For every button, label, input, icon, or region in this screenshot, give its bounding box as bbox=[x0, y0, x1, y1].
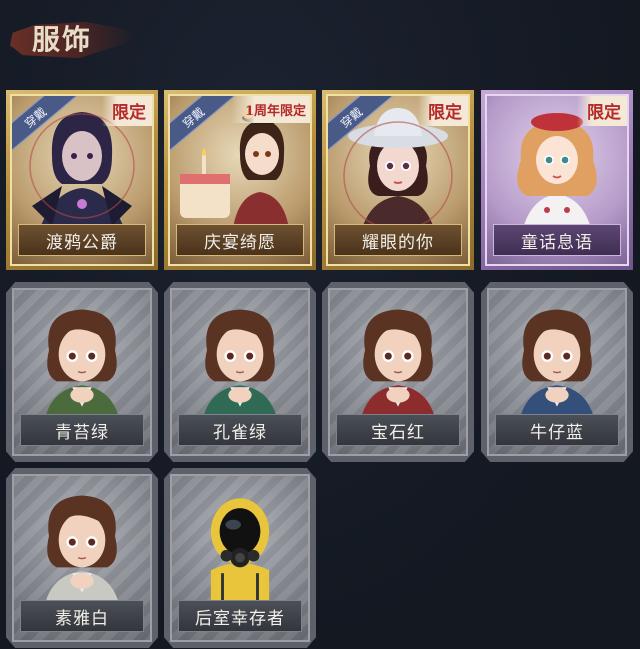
costume-card-art: 穿戴 限定 耀眼的你 bbox=[326, 94, 470, 266]
costume-card-art: 牛仔蓝 bbox=[487, 288, 627, 456]
costume-page: 服饰 穿戴 限定 渡鸦公爵 穿戴 1周年限定 庆宴绮愿 穿戴 限定 耀眼的你 限… bbox=[0, 0, 640, 649]
girl-ruby-cardigan bbox=[359, 309, 437, 428]
limited-tag: 限定 bbox=[102, 96, 152, 126]
costume-card[interactable]: 孔雀绿 bbox=[164, 282, 316, 462]
girl-green-cardigan bbox=[43, 309, 121, 428]
costume-card-art: 孔雀绿 bbox=[170, 288, 310, 456]
limited-tag: 限定 bbox=[418, 96, 468, 126]
costume-name-label: 牛仔蓝 bbox=[495, 414, 619, 446]
costume-card-art: 素雅白 bbox=[12, 474, 152, 642]
costume-card[interactable]: 宝石红 bbox=[322, 282, 474, 462]
costume-card[interactable]: 穿戴 限定 耀眼的你 bbox=[322, 90, 474, 270]
girl-white-cardigan bbox=[43, 495, 121, 614]
costume-name-label: 素雅白 bbox=[20, 600, 144, 632]
hazmat-gasmask-portrait bbox=[210, 498, 270, 614]
costume-card-art: 穿戴 1周年限定 庆宴绮愿 bbox=[168, 94, 312, 266]
costume-card[interactable]: 穿戴 1周年限定 庆宴绮愿 bbox=[164, 90, 316, 270]
costume-name-label: 庆宴绮愿 bbox=[176, 224, 304, 256]
limited-tag: 限定 bbox=[577, 96, 627, 126]
costume-name-label: 童话息语 bbox=[493, 224, 621, 256]
costume-card-art: 宝石红 bbox=[328, 288, 468, 456]
costume-card[interactable]: 素雅白 bbox=[6, 468, 158, 648]
costume-grid: 穿戴 限定 渡鸦公爵 穿戴 1周年限定 庆宴绮愿 穿戴 限定 耀眼的你 限定 童… bbox=[0, 0, 640, 649]
costume-name-label: 青苔绿 bbox=[20, 414, 144, 446]
girl-denim-cardigan bbox=[518, 309, 596, 428]
costume-card-art: 穿戴 限定 渡鸦公爵 bbox=[10, 94, 154, 266]
costume-card[interactable]: 牛仔蓝 bbox=[481, 282, 633, 462]
costume-card[interactable]: 青苔绿 bbox=[6, 282, 158, 462]
costume-card[interactable]: 穿戴 限定 渡鸦公爵 bbox=[6, 90, 158, 270]
costume-card-art: 后室幸存者 bbox=[170, 474, 310, 642]
costume-name-label: 孔雀绿 bbox=[178, 414, 302, 446]
costume-card-art: 青苔绿 bbox=[12, 288, 152, 456]
costume-card[interactable]: 后室幸存者 bbox=[164, 468, 316, 648]
costume-card-art: 限定童话息语 bbox=[485, 94, 629, 266]
costume-name-label: 后室幸存者 bbox=[178, 600, 302, 632]
costume-name-label: 宝石红 bbox=[336, 414, 460, 446]
costume-name-label: 耀眼的你 bbox=[334, 224, 462, 256]
costume-card[interactable]: 限定童话息语 bbox=[481, 90, 633, 270]
girl-peacock-cardigan bbox=[201, 309, 279, 428]
costume-name-label: 渡鸦公爵 bbox=[18, 224, 146, 256]
limited-tag: 1周年限定 bbox=[230, 96, 310, 123]
